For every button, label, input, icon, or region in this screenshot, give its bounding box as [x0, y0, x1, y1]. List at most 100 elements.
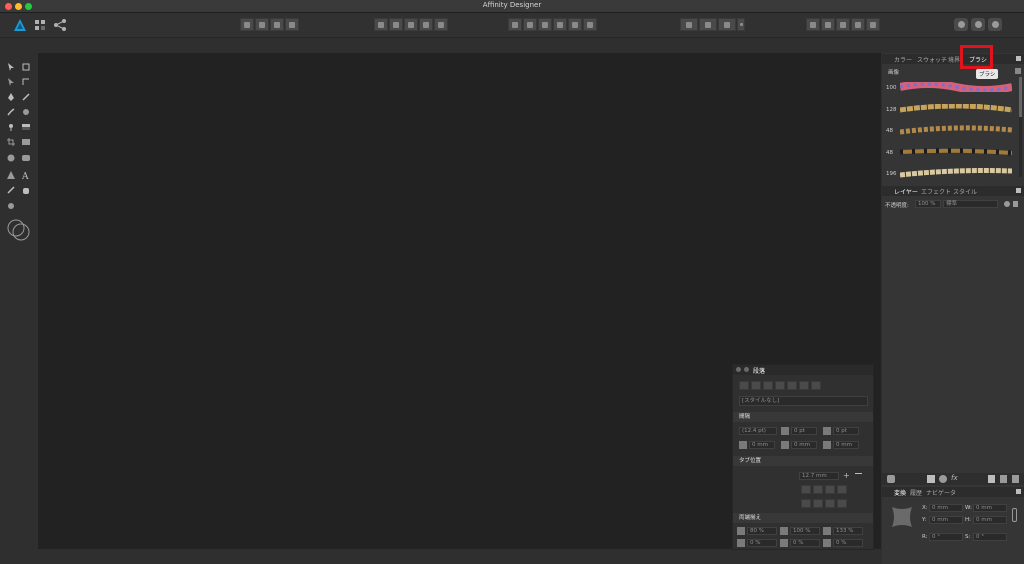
- tab-transform[interactable]: 変換: [892, 488, 908, 497]
- brush-panel-options-icon[interactable]: [1015, 68, 1021, 74]
- brush-item[interactable]: 100: [882, 78, 1018, 98]
- distribute-button-6[interactable]: [583, 18, 597, 31]
- panel-menu-icon[interactable]: [1016, 489, 1021, 494]
- arrange-button-2[interactable]: [821, 18, 835, 31]
- place-tool[interactable]: [5, 121, 17, 133]
- brush-item[interactable]: 196: [882, 164, 1018, 184]
- adjustment-icon[interactable]: [939, 475, 947, 483]
- paragraph-style-select[interactable]: [スタイルなし]: [739, 396, 868, 406]
- tab-leader-button-4[interactable]: [837, 499, 847, 508]
- word-spacing-max-field[interactable]: 133 %: [833, 527, 863, 535]
- snapping-toggle-button[interactable]: [718, 18, 736, 31]
- tab-align-center-button[interactable]: [813, 485, 823, 494]
- align-button-2[interactable]: [389, 18, 403, 31]
- word-spacing-min-field[interactable]: 80 %: [747, 527, 777, 535]
- snapping-button[interactable]: [680, 18, 698, 31]
- shear-field[interactable]: 0 °: [973, 533, 1007, 541]
- justify-all-button[interactable]: [811, 381, 821, 390]
- vector-brush-tool[interactable]: [5, 106, 17, 118]
- letter-spacing-max-field[interactable]: 0 %: [833, 539, 863, 547]
- paragraph-panel-header[interactable]: 段落: [733, 365, 873, 375]
- tabs-section-title[interactable]: タブ位置: [733, 456, 873, 466]
- x-field[interactable]: 0 mm: [929, 504, 963, 512]
- boolean-add-button[interactable]: [954, 18, 968, 31]
- tab-leader-button-3[interactable]: [825, 499, 835, 508]
- indent-left-field[interactable]: 0 mm: [749, 441, 775, 449]
- arrange-button-1[interactable]: [806, 18, 820, 31]
- distribute-button-3[interactable]: [538, 18, 552, 31]
- rounded-rectangle-tool[interactable]: [20, 152, 32, 164]
- opacity-field[interactable]: 100 %: [915, 200, 941, 208]
- designer-persona-icon[interactable]: [13, 18, 27, 32]
- space-after-field[interactable]: 0 pt: [833, 427, 859, 435]
- indent-first-field[interactable]: 0 mm: [791, 441, 817, 449]
- brush-item[interactable]: 48: [882, 121, 1018, 141]
- panel-menu-icon[interactable]: [1016, 56, 1021, 61]
- w-field[interactable]: 0 mm: [973, 504, 1007, 512]
- fill-stroke-swatches-icon[interactable]: [6, 218, 32, 242]
- move-tool[interactable]: [5, 61, 17, 73]
- fill-tool[interactable]: [20, 106, 32, 118]
- corner-tool[interactable]: [20, 76, 32, 88]
- color-picker-tool[interactable]: [5, 184, 17, 196]
- align-button-1[interactable]: [374, 18, 388, 31]
- tab-leader-button-1[interactable]: [801, 499, 811, 508]
- export-persona-icon[interactable]: [53, 18, 67, 32]
- boolean-intersect-button[interactable]: [988, 18, 1002, 31]
- artboard-tool[interactable]: [20, 61, 32, 73]
- tab-swatches[interactable]: スウォッチ: [915, 55, 949, 64]
- distribute-button-2[interactable]: [523, 18, 537, 31]
- rotation-field[interactable]: 0 °: [929, 533, 963, 541]
- pencil-tool[interactable]: [20, 91, 32, 103]
- space-before-field[interactable]: 0 pt: [791, 427, 817, 435]
- rectangle-tool[interactable]: [20, 136, 32, 148]
- layers-list[interactable]: [882, 213, 1024, 473]
- snapping-options-button[interactable]: [699, 18, 717, 31]
- indent-right-field[interactable]: 0 mm: [833, 441, 859, 449]
- tab-align-right-button[interactable]: [825, 485, 835, 494]
- tab-navigator[interactable]: ナビゲータ: [924, 488, 958, 497]
- panel-menu-icon[interactable]: [1016, 188, 1021, 193]
- tab-styles[interactable]: スタイル: [951, 187, 979, 196]
- tab-color[interactable]: カラー: [892, 55, 914, 64]
- collapse-panel-icon[interactable]: [744, 367, 749, 372]
- leading-field[interactable]: (12.4 pt): [739, 427, 777, 435]
- snapping-dropdown[interactable]: [737, 18, 745, 31]
- word-spacing-desired-field[interactable]: 100 %: [790, 527, 820, 535]
- brush-scrollbar-thumb[interactable]: [1019, 77, 1022, 117]
- letter-spacing-min-field[interactable]: 0 %: [747, 539, 777, 547]
- tab-layers[interactable]: レイヤー: [892, 187, 920, 196]
- arrange-button-5[interactable]: [866, 18, 880, 31]
- remove-tab-stop-icon[interactable]: [855, 473, 862, 479]
- mask-icon[interactable]: [927, 475, 935, 483]
- close-panel-icon[interactable]: [736, 367, 741, 372]
- ellipse-tool[interactable]: [5, 152, 17, 164]
- letter-spacing-desired-field[interactable]: 0 %: [790, 539, 820, 547]
- distribute-button-4[interactable]: [553, 18, 567, 31]
- arrange-button-4[interactable]: [851, 18, 865, 31]
- distribute-button-1[interactable]: [508, 18, 522, 31]
- justify-left-button[interactable]: [775, 381, 785, 390]
- view-tool[interactable]: [20, 184, 32, 196]
- spacing-section-title[interactable]: 間隔: [733, 412, 873, 422]
- layer-stack-icon[interactable]: [887, 475, 895, 483]
- distribute-button-5[interactable]: [568, 18, 582, 31]
- doc-action-button-1[interactable]: [240, 18, 254, 31]
- justify-right-button[interactable]: [799, 381, 809, 390]
- text-tool[interactable]: A: [20, 169, 32, 181]
- arrange-button-3[interactable]: [836, 18, 850, 31]
- align-button-4[interactable]: [419, 18, 433, 31]
- tab-leader-button-2[interactable]: [813, 499, 823, 508]
- boolean-subtract-button[interactable]: [971, 18, 985, 31]
- add-layer-icon[interactable]: [988, 475, 995, 483]
- duplicate-layer-icon[interactable]: [1000, 475, 1007, 483]
- brush-category-label[interactable]: 画像: [888, 68, 899, 76]
- y-field[interactable]: 0 mm: [929, 516, 963, 524]
- tab-align-decimal-button[interactable]: [837, 485, 847, 494]
- align-center-button[interactable]: [751, 381, 761, 390]
- doc-action-button-4[interactable]: [285, 18, 299, 31]
- align-button-5[interactable]: [434, 18, 448, 31]
- brush-item[interactable]: 48: [882, 143, 1018, 163]
- brush-item[interactable]: 128: [882, 100, 1018, 120]
- lock-icon[interactable]: [1013, 201, 1018, 207]
